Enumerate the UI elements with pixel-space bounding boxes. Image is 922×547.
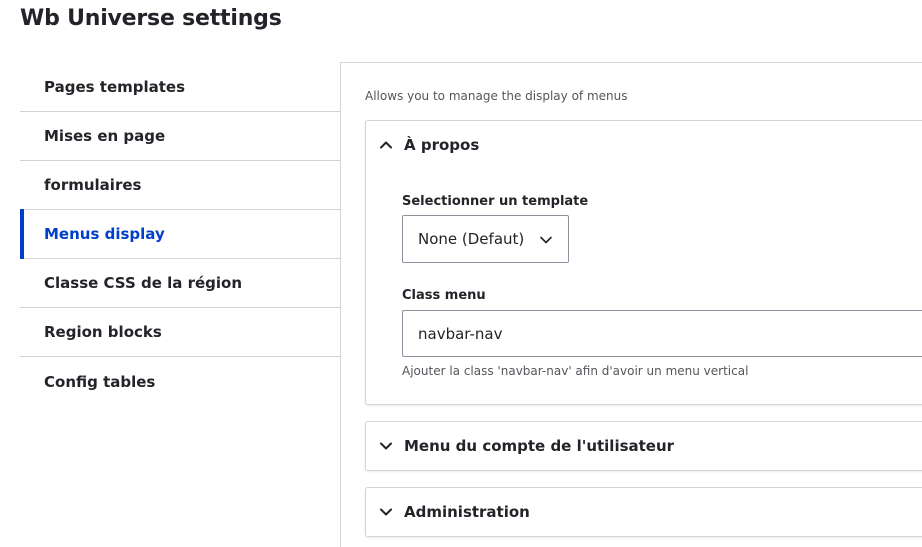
tab-config-tables[interactable]: Config tables: [20, 357, 341, 406]
tab-mises-en-page[interactable]: Mises en page: [20, 112, 341, 161]
tab-label: formulaires: [44, 176, 142, 194]
tab-label: Region blocks: [44, 323, 162, 341]
chevron-up-icon: [378, 137, 394, 153]
details-a-propos: À propos Selectionner un template None (…: [365, 120, 922, 405]
vertical-tabs-menu: Pages templates Mises en page formulaire…: [20, 63, 341, 406]
details-title: À propos: [404, 136, 480, 154]
chevron-down-icon: [378, 438, 394, 454]
class-menu-help-text: Ajouter la class 'navbar-nav' afin d'avo…: [402, 364, 749, 378]
details-title: Administration: [404, 503, 530, 521]
details-title: Menu du compte de l'utilisateur: [404, 437, 675, 455]
tab-formulaires[interactable]: formulaires: [20, 161, 341, 210]
details-summary-administration[interactable]: Administration: [366, 488, 922, 536]
chevron-down-icon: [538, 232, 554, 248]
details-summary-menu-compte-utilisateur[interactable]: Menu du compte de l'utilisateur: [366, 422, 922, 470]
tab-label: Classe CSS de la région: [44, 274, 243, 292]
template-select-label: Selectionner un template: [402, 194, 589, 209]
chevron-down-icon: [378, 504, 394, 520]
class-menu-label: Class menu: [402, 288, 486, 303]
tab-region-blocks[interactable]: Region blocks: [20, 308, 341, 357]
panel-description: Allows you to manage the display of menu…: [365, 89, 628, 103]
details-administration: Administration: [365, 487, 922, 537]
class-menu-input[interactable]: navbar-nav: [402, 310, 922, 357]
tab-menus-display[interactable]: Menus display: [20, 209, 341, 259]
tab-label: Menus display: [44, 225, 165, 243]
tab-content-panel: Allows you to manage the display of menu…: [340, 62, 922, 547]
tab-label: Pages templates: [44, 78, 186, 96]
tab-label: Mises en page: [44, 127, 166, 145]
tab-classe-css-region[interactable]: Classe CSS de la région: [20, 259, 341, 308]
class-menu-input-value: navbar-nav: [418, 324, 503, 343]
tab-label: Config tables: [44, 372, 156, 391]
details-summary-a-propos[interactable]: À propos: [366, 121, 922, 169]
tab-pages-templates[interactable]: Pages templates: [20, 63, 341, 112]
template-select[interactable]: None (Defaut): [402, 215, 569, 263]
details-menu-compte-utilisateur: Menu du compte de l'utilisateur: [365, 421, 922, 471]
page-title: Wb Universe settings: [20, 6, 282, 31]
template-select-value: None (Defaut): [418, 230, 525, 248]
